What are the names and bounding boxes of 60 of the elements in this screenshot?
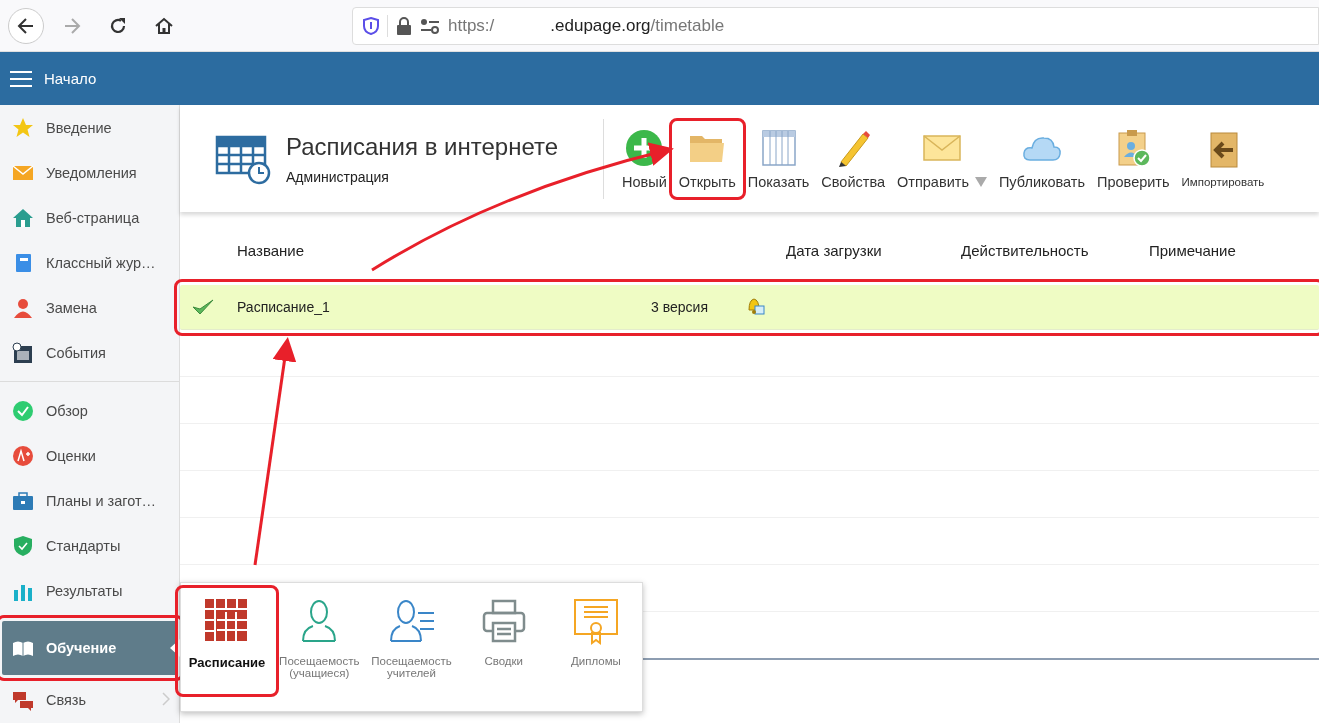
menu-icon[interactable] (10, 69, 32, 88)
sidebar-item[interactable]: Обзор (2, 388, 178, 433)
sidebar-item[interactable]: Введение (2, 105, 178, 150)
sidebar-item[interactable]: Классный жур… (2, 240, 178, 285)
toolbar-button[interactable]: Новый (618, 123, 671, 194)
sidebar-item-icon (12, 296, 34, 319)
sidebar-item[interactable]: Связь (2, 677, 178, 722)
sidebar-item[interactable]: Оценки (2, 433, 178, 478)
sidebar-item[interactable]: Веб-страница (2, 195, 178, 240)
toolbar-button[interactable]: Показать (743, 123, 814, 194)
sidebar-item[interactable]: Замена (2, 285, 178, 330)
menu-item[interactable]: Сводки (457, 591, 550, 691)
menu-item[interactable]: Посещаемость учителей (365, 591, 458, 691)
sidebar-item-icon (12, 534, 34, 557)
sidebar-item[interactable]: Уведомления (2, 150, 178, 195)
sidebar-item-icon (12, 116, 34, 139)
table-cell-text: 3 версия (650, 299, 708, 315)
url-host: .edupage.org (550, 15, 651, 36)
shield-icon (363, 16, 379, 35)
chevron-icon (162, 692, 170, 706)
sidebar-item[interactable]: Планы и загот… (2, 478, 178, 523)
sidebar-item-icon (12, 444, 34, 467)
plus-icon (624, 127, 665, 168)
home-icon (154, 15, 174, 36)
column-header: Действительность (961, 241, 1090, 259)
person-list-icon (387, 597, 436, 645)
certificate-icon (571, 597, 620, 645)
toolbar-button[interactable]: Публиковать (994, 123, 1090, 194)
menu-item[interactable]: Посещаемость (учащиеся) (273, 591, 366, 691)
column-header: Название (237, 241, 306, 259)
toolbar-button[interactable]: Отправить (893, 123, 991, 194)
toolbar-button[interactable]: Импортировать (1177, 123, 1269, 192)
forward-arrow-icon (62, 15, 82, 36)
toolbar-button[interactable]: Проверить (1093, 123, 1174, 194)
toolbar-button[interactable]: Открыть (674, 123, 740, 194)
dropdown-caret-icon (974, 176, 987, 187)
address-bar[interactable]: https:/ .edupage.org/timetable (352, 6, 1319, 45)
sidebar-item[interactable]: События (2, 330, 178, 375)
lock-icon (396, 16, 412, 35)
back-arrow-icon (16, 15, 36, 36)
sidebar-item-icon (12, 489, 34, 512)
column-header: Примечание (1149, 241, 1237, 259)
page-subtitle: Администрация (286, 168, 390, 185)
column-header: Дата загрузки (786, 241, 883, 259)
reload-icon (108, 15, 128, 36)
sidebar-item-icon (12, 341, 34, 364)
sidebar-item[interactable]: Стандарты (2, 523, 178, 568)
page-title: Расписания в интернете (286, 132, 558, 161)
header-title[interactable]: Начало (44, 70, 97, 87)
url-scheme: https:/ (448, 15, 495, 36)
menu-item[interactable]: Дипломы (549, 591, 642, 691)
menu-item[interactable]: Расписание (181, 591, 274, 691)
sidebar-item[interactable]: Результаты (2, 568, 178, 613)
url-path: /timetable (650, 15, 725, 36)
back-button[interactable] (8, 7, 44, 44)
toolbar-button[interactable]: Свойства (817, 123, 890, 194)
sidebar-item-icon (12, 399, 34, 422)
settings-sliders-icon (420, 17, 440, 34)
sidebar-item-icon (12, 206, 34, 229)
table-cell-text: Расписание_1 (237, 299, 331, 315)
